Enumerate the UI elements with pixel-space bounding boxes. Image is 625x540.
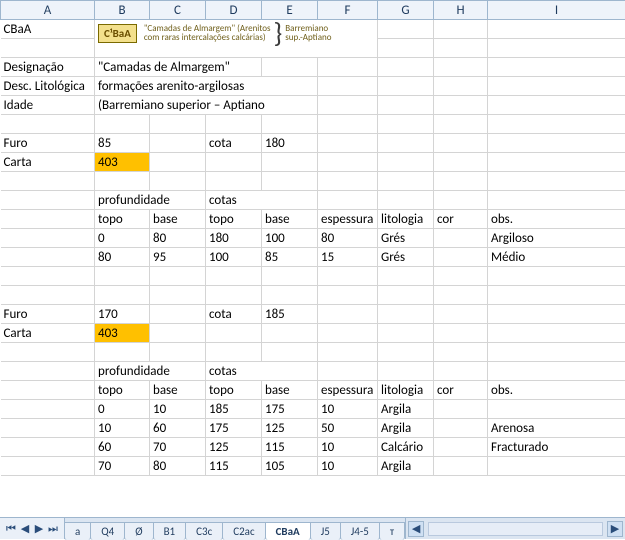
col-header[interactable]: F xyxy=(318,1,378,20)
col-header[interactable]: D xyxy=(206,1,262,20)
tab-nav-buttons: ⏮ ◀ ▶ ⏭ xyxy=(0,518,65,539)
sheet-tab[interactable]: a xyxy=(64,522,91,540)
hdr-topo[interactable]: topo xyxy=(95,210,150,229)
value-carta2[interactable]: 403 xyxy=(95,324,150,343)
hdr-base[interactable]: base xyxy=(150,210,206,229)
sheet-tab[interactable]: C3c xyxy=(185,522,223,540)
col-header[interactable]: B xyxy=(95,1,150,20)
sheet-tab[interactable]: Ø xyxy=(124,522,153,540)
hdr-topo2[interactable]: topo xyxy=(206,210,262,229)
label-furo[interactable]: Furo xyxy=(1,305,95,324)
tab-prev-icon[interactable]: ◀ xyxy=(18,522,32,535)
hdr-obs[interactable]: obs. xyxy=(488,210,625,229)
table-row: 0 10 185 175 10 Argila xyxy=(1,400,625,419)
value-desc-lit[interactable]: formações arenito-argilosas xyxy=(95,77,318,96)
tab-next-icon[interactable]: ▶ xyxy=(32,522,46,535)
value-idade[interactable]: (Barremiano superior – Aptiano xyxy=(95,96,318,115)
sheet-tab[interactable]: т xyxy=(379,522,405,540)
col-header[interactable]: C xyxy=(150,1,206,20)
table-row: 60 70 125 115 10 Calcário Fracturado xyxy=(1,438,625,457)
table-row: 10 60 175 125 50 Argila Arenosa xyxy=(1,419,625,438)
hdr-cor[interactable]: cor xyxy=(434,210,488,229)
legend-cell[interactable]: C¹BaA "Camadas de Almargem" (Arenitos co… xyxy=(95,20,378,58)
sheet-tab[interactable]: C2ac xyxy=(222,522,265,540)
legend-code: C¹BaA xyxy=(98,24,137,43)
col-header[interactable]: I xyxy=(488,1,625,20)
label-designacao[interactable]: Designação xyxy=(1,58,95,77)
label-idade[interactable]: Idade xyxy=(1,96,95,115)
hdr-base2[interactable]: base xyxy=(262,210,318,229)
value-cota1[interactable]: 180 xyxy=(262,134,318,153)
label-carta[interactable]: Carta xyxy=(1,324,95,343)
code-cell[interactable]: CBaA xyxy=(1,20,95,39)
hdr-cotas[interactable]: cotas xyxy=(206,362,318,381)
scroll-right-icon[interactable]: ▶ xyxy=(607,521,623,537)
label-cota[interactable]: cota xyxy=(206,305,262,324)
hdr-cotas[interactable]: cotas xyxy=(206,191,318,210)
spreadsheet-grid[interactable]: A B C D E F G H I CBaA C¹BaA "Camadas de… xyxy=(0,0,625,476)
legend-age: Barremiano sup.-Aptiano xyxy=(285,24,331,44)
horizontal-scrollbar[interactable]: ◀ ▶ xyxy=(405,518,625,539)
scroll-left-icon[interactable]: ◀ xyxy=(408,521,424,537)
hdr-profundidade[interactable]: profundidade xyxy=(95,191,206,210)
hdr-profundidade[interactable]: profundidade xyxy=(95,362,206,381)
sheet-tab[interactable]: B1 xyxy=(153,522,187,540)
hdr-espessura[interactable]: espessura xyxy=(318,210,378,229)
col-header[interactable]: E xyxy=(262,1,318,20)
label-furo[interactable]: Furo xyxy=(1,134,95,153)
value-designacao[interactable]: "Camadas de Almargem" xyxy=(95,58,262,77)
sheet-tab[interactable]: Q4 xyxy=(90,522,125,540)
value-cota2[interactable]: 185 xyxy=(262,305,318,324)
sheet-tab-bar: ⏮ ◀ ▶ ⏭ aQ4ØB1C3cC2acCBaAJ5J4-5т ◀ ▶ xyxy=(0,517,625,539)
col-header[interactable]: A xyxy=(1,1,95,20)
value-carta1[interactable]: 403 xyxy=(95,153,150,172)
value-furo1[interactable]: 85 xyxy=(95,134,150,153)
scroll-track[interactable] xyxy=(428,522,603,536)
value-furo2[interactable]: 170 xyxy=(95,305,150,324)
label-cota[interactable]: cota xyxy=(206,134,262,153)
sheet-tab[interactable]: J5 xyxy=(310,522,341,540)
table-row: 70 80 115 105 10 Argila xyxy=(1,457,625,476)
sheet-tab[interactable]: J4-5 xyxy=(340,522,380,540)
brace-icon: } xyxy=(274,26,283,40)
column-header-row: A B C D E F G H I xyxy=(1,1,625,20)
col-header[interactable]: H xyxy=(434,1,488,20)
label-desc-lit[interactable]: Desc. Litológica xyxy=(1,77,95,96)
sheet-tabs: aQ4ØB1C3cC2acCBaAJ5J4-5т xyxy=(65,518,405,539)
sheet-tab[interactable]: CBaA xyxy=(265,522,311,540)
legend-text: "Camadas de Almargem" (Arenitos com rara… xyxy=(144,24,271,44)
tab-last-icon[interactable]: ⏭ xyxy=(46,522,60,536)
tab-first-icon[interactable]: ⏮ xyxy=(4,522,18,536)
hdr-litologia[interactable]: litologia xyxy=(378,210,434,229)
table-row: 80 95 100 85 15 Grés Médio xyxy=(1,248,625,267)
table-row: 0 80 180 100 80 Grés Argiloso xyxy=(1,229,625,248)
col-header[interactable]: G xyxy=(378,1,434,20)
label-carta[interactable]: Carta xyxy=(1,153,95,172)
